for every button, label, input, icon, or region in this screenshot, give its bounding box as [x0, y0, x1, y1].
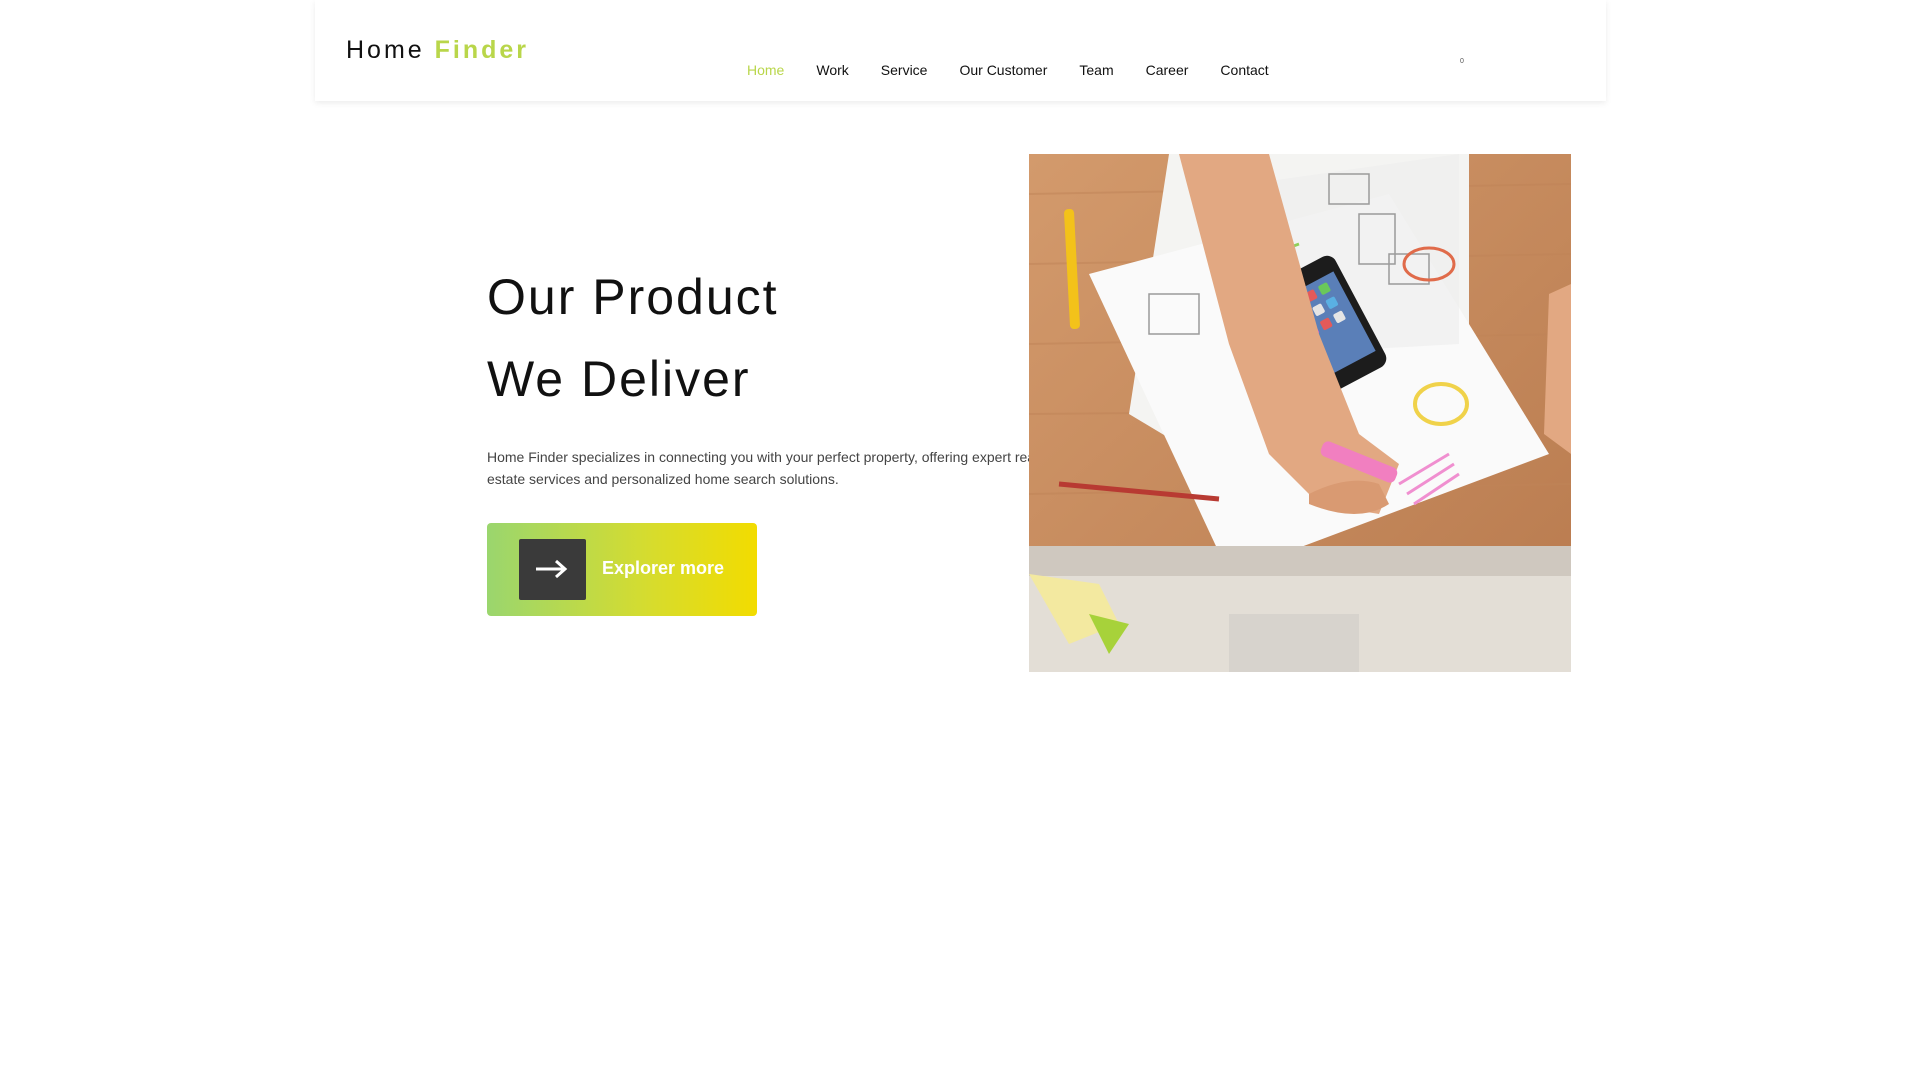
hero-title-line2: We Deliver: [487, 351, 751, 407]
hero-image-workspace: [1029, 154, 1571, 672]
nav-work[interactable]: Work: [816, 62, 848, 78]
hero-title: Our Product We Deliver: [487, 256, 779, 420]
main-nav: Home Work Service Our Customer Team Care…: [747, 62, 1301, 78]
hero-title-line1: Our Product: [487, 269, 779, 325]
nav-home[interactable]: Home: [747, 62, 784, 78]
hero-description: Home Finder specializes in connecting yo…: [487, 449, 1039, 487]
workspace-illustration: [1029, 154, 1571, 672]
nav-team[interactable]: Team: [1079, 62, 1113, 78]
explorer-more-button[interactable]: Explorer more: [487, 523, 757, 616]
site-header: Home Finder Home Work Service Our Custom…: [315, 0, 1606, 101]
logo[interactable]: Home Finder: [346, 36, 529, 65]
explorer-more-label: Explorer more: [602, 558, 725, 578]
logo-text-home: Home: [346, 36, 425, 64]
nav-our-customer[interactable]: Our Customer: [959, 62, 1047, 78]
arrow-right-icon: [536, 559, 568, 579]
nav-contact[interactable]: Contact: [1220, 62, 1268, 78]
nav-service[interactable]: Service: [881, 62, 928, 78]
nav-career[interactable]: Career: [1146, 62, 1189, 78]
logo-text-finder: Finder: [434, 36, 530, 64]
header-tiny-marker: 0: [1460, 58, 1464, 65]
cta-arrow-box: [519, 539, 586, 600]
